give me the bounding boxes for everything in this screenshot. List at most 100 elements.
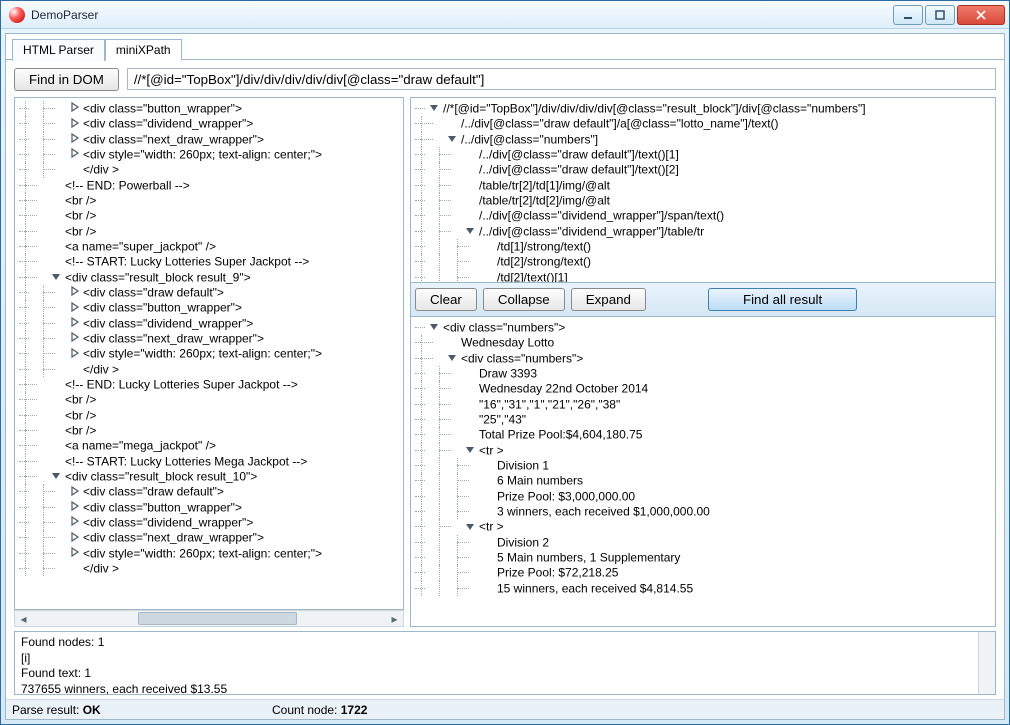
titlebar[interactable]: DemoParser bbox=[1, 1, 1009, 29]
maximize-button[interactable] bbox=[925, 5, 955, 25]
tree-node-label[interactable]: /../div[@class="draw default"]/text()[2] bbox=[479, 163, 679, 177]
tree-node-label[interactable]: <br /> bbox=[65, 209, 96, 223]
v-scrollbar[interactable] bbox=[978, 632, 995, 694]
tree-node-label[interactable]: </div > bbox=[83, 163, 119, 177]
tree-node-label[interactable]: <a name="mega_jackpot" /> bbox=[65, 439, 216, 453]
tree-node-label[interactable]: <div style="width: 260px; text-align: ce… bbox=[83, 347, 322, 361]
scroll-right-icon[interactable]: ▸ bbox=[386, 611, 403, 626]
tree-toggle-icon[interactable] bbox=[69, 133, 80, 144]
tree-node-label[interactable]: <br /> bbox=[65, 423, 96, 437]
tree-toggle-icon[interactable] bbox=[465, 521, 476, 532]
tree-toggle-icon[interactable] bbox=[429, 321, 440, 332]
tree-toggle-icon[interactable] bbox=[429, 102, 440, 113]
tree-node-label[interactable]: <div class="draw default"> bbox=[83, 285, 224, 299]
tree-node-label[interactable]: 6 Main numbers bbox=[497, 474, 583, 488]
tree-node-label[interactable]: //*[@id="TopBox"]/div/div/div/div[@class… bbox=[443, 101, 866, 115]
tree-node-label[interactable]: /../div[@class="dividend_wrapper"]/table… bbox=[479, 224, 704, 238]
scroll-left-icon[interactable]: ◂ bbox=[15, 611, 32, 626]
tree-node-label[interactable]: Prize Pool: $72,218.25 bbox=[497, 566, 618, 580]
tree-node-label[interactable]: <div class="dividend_wrapper"> bbox=[83, 117, 253, 131]
clear-button[interactable]: Clear bbox=[415, 288, 477, 311]
tree-toggle-icon[interactable] bbox=[69, 486, 80, 497]
tree-node-label[interactable]: <div class="next_draw_wrapper"> bbox=[83, 132, 264, 146]
tree-toggle-icon[interactable] bbox=[69, 148, 80, 159]
tree-node-label[interactable]: /../div[@class="draw default"]/a[@class=… bbox=[461, 117, 779, 131]
tree-node-label[interactable]: <div class="button_wrapper"> bbox=[83, 301, 242, 315]
tree-toggle-icon[interactable] bbox=[447, 352, 458, 363]
tree-node-label[interactable]: Wednesday 22nd October 2014 bbox=[479, 382, 648, 396]
tree-toggle-icon[interactable] bbox=[69, 286, 80, 297]
tree-node-label[interactable]: <!-- END: Powerball --> bbox=[65, 178, 190, 192]
collapse-button[interactable]: Collapse bbox=[483, 288, 565, 311]
tree-node-label[interactable]: /../div[@class="numbers"] bbox=[461, 132, 598, 146]
tree-node-label[interactable]: </div > bbox=[83, 561, 119, 575]
tree-node-label[interactable]: /../div[@class="draw default"]/text()[1] bbox=[479, 147, 679, 161]
tree-toggle-icon[interactable] bbox=[465, 444, 476, 455]
tree-node-label[interactable]: "25","43" bbox=[479, 412, 526, 426]
tree-node-label[interactable]: <!-- END: Lucky Lotteries Super Jackpot … bbox=[65, 377, 298, 391]
tree-node-label[interactable]: <tr > bbox=[479, 443, 504, 457]
h-scrollbar-left[interactable]: ◂ ▸ bbox=[14, 610, 404, 627]
tree-node-label[interactable]: Division 2 bbox=[497, 535, 549, 549]
tree-node-label[interactable]: <div style="width: 260px; text-align: ce… bbox=[83, 147, 322, 161]
xpath-input[interactable] bbox=[127, 68, 996, 90]
tree-node-label[interactable]: 15 winners, each received $4,814.55 bbox=[497, 581, 693, 595]
tree-node-label[interactable]: <div class="button_wrapper"> bbox=[83, 101, 242, 115]
tree-node-label[interactable]: /td[1]/strong/text() bbox=[497, 239, 591, 253]
tree-node-label[interactable]: <div class="button_wrapper"> bbox=[83, 500, 242, 514]
tree-toggle-icon[interactable] bbox=[51, 470, 62, 481]
find-in-dom-button[interactable]: Find in DOM bbox=[14, 68, 119, 91]
tree-node-label[interactable]: <div class="draw default"> bbox=[83, 485, 224, 499]
tree-node-label[interactable]: 3 winners, each received $1,000,000.00 bbox=[497, 504, 710, 518]
tree-node-label[interactable]: Prize Pool: $3,000,000.00 bbox=[497, 489, 635, 503]
close-button[interactable] bbox=[957, 5, 1005, 25]
tree-toggle-icon[interactable] bbox=[69, 317, 80, 328]
tree-toggle-icon[interactable] bbox=[69, 501, 80, 512]
tree-node-label[interactable]: <div class="dividend_wrapper"> bbox=[83, 515, 253, 529]
tree-node-label[interactable]: <div class="next_draw_wrapper"> bbox=[83, 331, 264, 345]
expand-button[interactable]: Expand bbox=[571, 288, 646, 311]
result-tree-pane[interactable]: <div class="numbers">Wednesday Lotto<div… bbox=[410, 316, 996, 627]
tree-toggle-icon[interactable] bbox=[69, 302, 80, 313]
tree-toggle-icon[interactable] bbox=[69, 102, 80, 113]
tree-toggle-icon[interactable] bbox=[69, 516, 80, 527]
tree-node-label[interactable]: </div > bbox=[83, 362, 119, 376]
tree-node-label[interactable]: Wednesday Lotto bbox=[461, 336, 554, 350]
tree-node-label[interactable]: <div class="result_block result_10"> bbox=[65, 469, 257, 483]
dom-tree-pane[interactable]: <div class="button_wrapper"><div class="… bbox=[14, 97, 404, 610]
tree-node-label[interactable]: <br /> bbox=[65, 193, 96, 207]
tree-node-label[interactable]: <br /> bbox=[65, 224, 96, 238]
tree-toggle-icon[interactable] bbox=[69, 348, 80, 359]
tree-toggle-icon[interactable] bbox=[51, 271, 62, 282]
tree-node-label[interactable]: /table/tr[2]/td[2]/img/@alt bbox=[479, 193, 610, 207]
tree-node-label[interactable]: /td[2]/strong/text() bbox=[497, 255, 591, 269]
tree-toggle-icon[interactable] bbox=[447, 133, 458, 144]
tree-node-label[interactable]: <tr > bbox=[479, 520, 504, 534]
find-all-result-button[interactable]: Find all result bbox=[708, 288, 857, 311]
tree-toggle-icon[interactable] bbox=[69, 332, 80, 343]
tree-node-label[interactable]: <div class="next_draw_wrapper"> bbox=[83, 531, 264, 545]
tree-node-label[interactable]: "16","31","1","21","26","38" bbox=[479, 397, 620, 411]
tree-toggle-icon[interactable] bbox=[69, 118, 80, 129]
tree-node-label[interactable]: <br /> bbox=[65, 408, 96, 422]
tree-toggle-icon[interactable] bbox=[69, 532, 80, 543]
tree-node-label[interactable]: <br /> bbox=[65, 393, 96, 407]
tree-node-label[interactable]: <div class="dividend_wrapper"> bbox=[83, 316, 253, 330]
tree-toggle-icon[interactable] bbox=[69, 547, 80, 558]
tree-node-label[interactable]: <a name="super_jackpot" /> bbox=[65, 239, 216, 253]
tab-html-parser[interactable]: HTML Parser bbox=[12, 39, 105, 61]
tree-node-label[interactable]: /table/tr[2]/td[1]/img/@alt bbox=[479, 178, 610, 192]
tree-node-label[interactable]: Draw 3393 bbox=[479, 366, 537, 380]
tree-node-label[interactable]: <div class="numbers"> bbox=[443, 320, 565, 334]
tree-node-label[interactable]: Division 1 bbox=[497, 458, 549, 472]
tree-node-label[interactable]: /../div[@class="dividend_wrapper"]/span/… bbox=[479, 209, 724, 223]
tab-minixpath[interactable]: miniXPath bbox=[105, 39, 182, 61]
xpath-tree-pane[interactable]: //*[@id="TopBox"]/div/div/div/div[@class… bbox=[410, 97, 996, 283]
tree-node-label[interactable]: <div class="result_block result_9"> bbox=[65, 270, 251, 284]
tree-node-label[interactable]: /td[2]/text()[1] bbox=[497, 270, 568, 283]
tree-node-label[interactable]: <!-- START: Lucky Lotteries Mega Jackpot… bbox=[65, 454, 307, 468]
tree-toggle-icon[interactable] bbox=[465, 225, 476, 236]
tree-node-label[interactable]: Total Prize Pool:$4,604,180.75 bbox=[479, 428, 642, 442]
status-output[interactable]: Found nodes: 1 [i] Found text: 1 737655 … bbox=[14, 631, 996, 695]
tree-node-label[interactable]: 5 Main numbers, 1 Supplementary bbox=[497, 550, 680, 564]
